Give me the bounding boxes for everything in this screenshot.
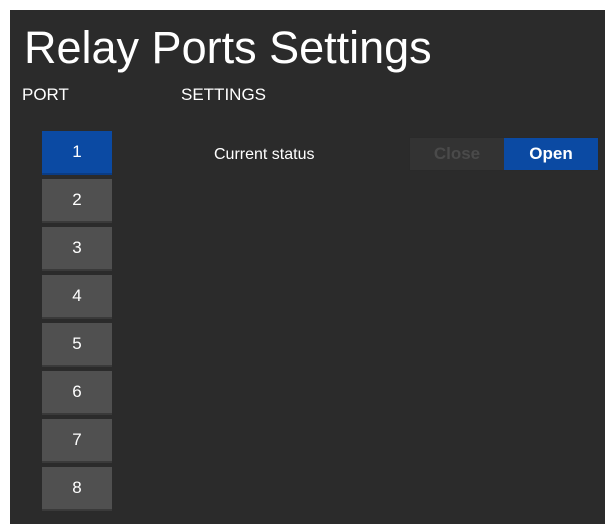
port-button-2[interactable]: 2 xyxy=(42,179,112,223)
close-toggle-option[interactable]: Close xyxy=(410,138,504,170)
port-button-5[interactable]: 5 xyxy=(42,323,112,367)
relay-status-toggle: Close Open xyxy=(409,137,599,171)
port-button-7[interactable]: 7 xyxy=(42,419,112,463)
settings-column-header: SETTINGS xyxy=(181,85,267,104)
port-button-1[interactable]: 1 xyxy=(42,131,112,175)
page-title: Relay Ports Settings xyxy=(24,22,432,73)
relay-ports-panel: Relay Ports Settings PORT SETTINGS 1 2 3… xyxy=(10,10,605,524)
port-column-header: PORT xyxy=(22,85,69,104)
port-button-8[interactable]: 8 xyxy=(42,467,112,511)
port-button-4[interactable]: 4 xyxy=(42,275,112,319)
current-status-label: Current status xyxy=(214,146,315,163)
open-toggle-option[interactable]: Open xyxy=(504,138,598,170)
port-button-3[interactable]: 3 xyxy=(42,227,112,271)
port-button-6[interactable]: 6 xyxy=(42,371,112,415)
port-list: 1 2 3 4 5 6 7 8 xyxy=(42,131,112,515)
